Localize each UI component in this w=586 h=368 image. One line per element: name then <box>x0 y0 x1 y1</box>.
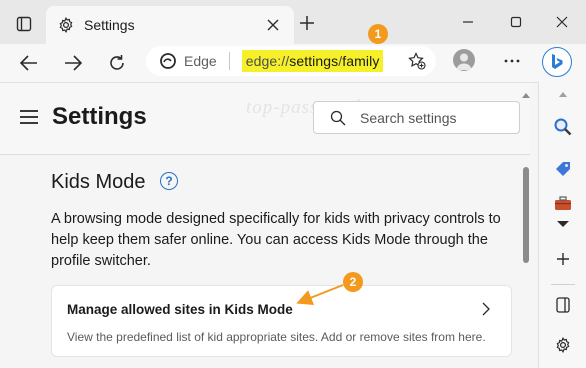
url-path-family: family <box>342 53 380 69</box>
more-icon <box>504 59 520 63</box>
search-settings-box[interactable] <box>313 101 520 134</box>
hamburger-menu-button[interactable] <box>20 110 38 124</box>
tab-close-button[interactable] <box>264 16 282 34</box>
right-sidebar <box>538 82 586 368</box>
omnibox-divider <box>228 52 230 70</box>
settings-page: Settings top-password.com Kids Mode ? A … <box>0 82 538 368</box>
plus-icon <box>557 253 569 265</box>
tab-actions-icon <box>16 16 32 32</box>
sidebar-scroll-up-icon[interactable] <box>558 90 568 98</box>
toolbox-icon <box>555 196 571 210</box>
minimize-button[interactable] <box>448 8 488 36</box>
close-icon <box>267 19 279 31</box>
window-close-button[interactable] <box>542 8 582 36</box>
edge-logo-icon <box>160 53 176 69</box>
profile-icon <box>456 53 472 70</box>
profile-button[interactable] <box>453 49 475 71</box>
card-subtitle: View the predefined list of kid appropri… <box>67 330 486 344</box>
hamburger-icon <box>20 110 38 124</box>
tab-strip: Settings <box>0 0 586 44</box>
url-path-settings: settings <box>289 53 339 69</box>
sidebar-split-button[interactable] <box>547 290 579 320</box>
new-tab-button[interactable] <box>296 12 318 34</box>
more-menu-button[interactable] <box>500 50 524 72</box>
refresh-button[interactable] <box>102 48 132 78</box>
bing-chat-button[interactable] <box>542 47 572 77</box>
maximize-button[interactable] <box>496 8 536 36</box>
scroll-up-arrow[interactable] <box>521 91 531 99</box>
annotation-badge-2: 2 <box>343 272 363 292</box>
site-identity-label: Edge <box>184 53 217 69</box>
tab-title: Settings <box>84 17 135 33</box>
sidebar-divider <box>551 284 575 285</box>
help-icon[interactable]: ? <box>160 172 178 190</box>
sidebar-shopping-button[interactable] <box>547 154 579 184</box>
browser-window: Settings Edge edge://settings/family Set… <box>0 0 586 368</box>
url-scheme: edge:// <box>245 53 290 69</box>
bing-icon <box>552 54 563 69</box>
sidebar-add-button[interactable] <box>547 244 579 274</box>
sidebar-search-button[interactable] <box>547 112 579 142</box>
scrollbar-thumb[interactable] <box>523 167 529 263</box>
sidebar-settings-button[interactable] <box>547 330 579 360</box>
manage-allowed-sites-card[interactable]: Manage allowed sites in Kids Mode View t… <box>51 285 512 357</box>
annotation-badge-1: 1 <box>368 24 388 44</box>
address-toolbar: Edge edge://settings/family <box>0 44 586 82</box>
tab-actions-button[interactable] <box>8 10 40 38</box>
forward-button[interactable] <box>58 48 88 78</box>
gear-icon <box>556 337 570 353</box>
search-icon <box>330 110 346 125</box>
page-title: Settings <box>52 103 147 130</box>
plus-icon <box>300 16 314 30</box>
tab-settings[interactable]: Settings <box>46 6 294 44</box>
chevron-down-icon[interactable] <box>556 220 570 228</box>
section-description: A browsing mode designed specifically fo… <box>51 211 501 269</box>
minimize-icon <box>463 21 473 23</box>
search-settings-input[interactable] <box>360 109 510 126</box>
back-button[interactable] <box>14 48 44 78</box>
address-bar[interactable]: Edge edge://settings/family <box>146 46 436 76</box>
back-icon <box>20 55 37 71</box>
card-title: Manage allowed sites in Kids Mode <box>67 302 293 317</box>
url-text[interactable]: edge://settings/family <box>241 50 384 72</box>
window-close-icon <box>556 16 568 28</box>
section-title: Kids Mode <box>51 171 146 193</box>
maximize-icon <box>510 16 522 28</box>
chevron-right-icon <box>482 302 490 316</box>
forward-icon <box>65 55 82 71</box>
favorite-add-icon[interactable] <box>408 52 426 70</box>
split-screen-icon <box>556 297 570 313</box>
search-icon <box>554 118 572 136</box>
settings-header: Settings top-password.com <box>0 83 530 155</box>
tag-icon <box>556 162 570 176</box>
sidebar-tools-button[interactable] <box>547 188 579 218</box>
refresh-icon <box>110 55 124 70</box>
gear-icon <box>59 17 73 33</box>
